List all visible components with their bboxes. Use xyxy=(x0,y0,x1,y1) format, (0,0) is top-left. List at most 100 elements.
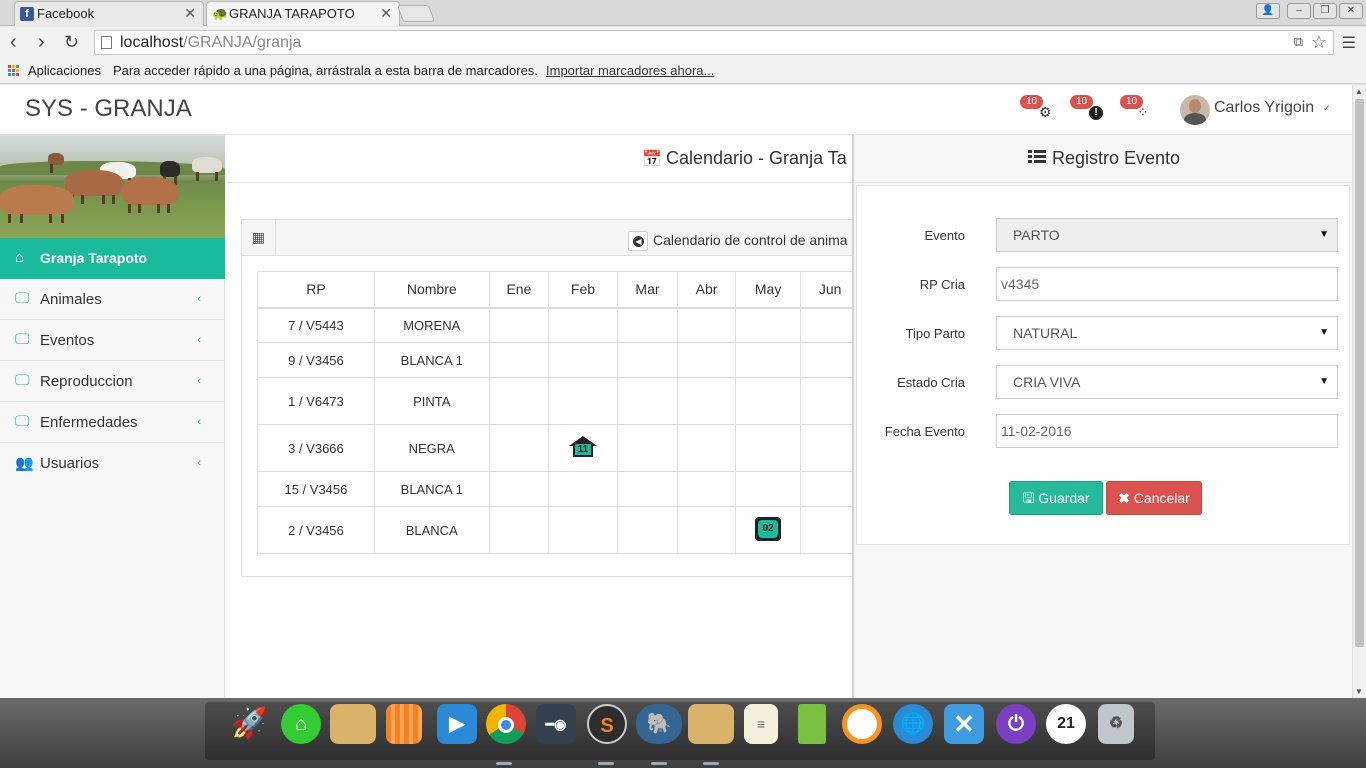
event-cell[interactable]: 11 xyxy=(548,424,618,472)
back-button[interactable]: ◀ xyxy=(628,231,648,251)
arrow-left-icon: ◀ xyxy=(633,236,644,247)
notes-icon[interactable]: ≡ xyxy=(744,704,778,744)
green-app-icon[interactable]: ⌂ xyxy=(281,704,321,744)
close-icon[interactable]: ✕ xyxy=(380,2,392,25)
tab-granja[interactable]: 🐢 GRANJA TARAPOTO ✕ xyxy=(206,1,400,26)
table-row: 2 / V3456 BLANCA 02 xyxy=(257,506,852,554)
cancel-button[interactable]: ✖ Cancelar xyxy=(1106,481,1202,515)
rp-cria-input[interactable]: v4345 xyxy=(996,267,1338,301)
chevron-left-icon: ‹ xyxy=(197,334,201,346)
bag-icon[interactable] xyxy=(386,704,422,744)
translate-icon[interactable]: ⧉ xyxy=(1294,34,1303,50)
ring-icon[interactable] xyxy=(842,704,882,744)
scroll-down-icon[interactable]: ▼ xyxy=(1355,687,1363,696)
farm-photo xyxy=(0,135,225,238)
page-scrollbar[interactable]: ▲ ▼ xyxy=(1352,85,1366,698)
s-app-icon[interactable]: S xyxy=(587,704,627,744)
tipo-parto-select[interactable]: NATURAL ▼ xyxy=(996,316,1338,350)
video-icon[interactable]: ▶ xyxy=(437,704,477,744)
bookmarks-hint: Para acceder rápido a una página, arrást… xyxy=(113,63,538,78)
calendar-icon: 📅 xyxy=(642,151,662,168)
table-row: 3 / V3666 NEGRA 11 xyxy=(257,424,852,472)
home-icon: ⌂ xyxy=(15,249,25,266)
sidebar-item-enfermedades[interactable]: 🖵 Enfermedades ‹ xyxy=(0,402,225,443)
desktop-dock: 🚀 ⌂ ▶ ━◉ S 🐘 ≡ 🌐 ✕ ⏻ 21 ♻ xyxy=(0,698,1366,768)
fecha-evento-label: Fecha Evento xyxy=(884,424,965,439)
tab-facebook[interactable]: f Facebook ✕ xyxy=(14,1,204,26)
fecha-evento-input[interactable]: 11-02-2016 xyxy=(996,414,1338,448)
toggle-icon[interactable]: ━◉ xyxy=(536,704,576,744)
window-close-button[interactable]: ✕ xyxy=(1339,3,1363,19)
page-title: Calendario - Granja Ta xyxy=(666,148,847,168)
tab-title: Facebook xyxy=(37,6,95,21)
event-badge-icon[interactable]: 02 xyxy=(755,516,782,541)
chrome-icon[interactable] xyxy=(486,704,526,744)
back-icon[interactable]: ‹ xyxy=(10,30,17,54)
import-bookmarks-link[interactable]: Importar marcadores ahora... xyxy=(546,59,714,82)
apps-icon[interactable] xyxy=(8,65,20,77)
event-day: 11 xyxy=(572,443,593,457)
calendar-icon: ▦ xyxy=(242,220,276,255)
tasks-notification[interactable]: 10 ⁘ xyxy=(1120,95,1150,125)
scrollbar-thumb[interactable] xyxy=(1355,99,1364,647)
restore-button[interactable]: ❐ xyxy=(1313,3,1337,19)
facebook-icon: f xyxy=(20,7,34,21)
monitor-icon: 🖵 xyxy=(15,413,30,430)
users-icon: 👥 xyxy=(15,455,34,472)
home-event-icon[interactable]: 11 xyxy=(568,435,597,458)
scroll-up-icon[interactable]: ▲ xyxy=(1355,87,1363,96)
close-icon[interactable]: ✕ xyxy=(184,2,196,25)
globe-icon[interactable]: 🌐 xyxy=(893,704,933,744)
apps-link[interactable]: Aplicaciones xyxy=(28,59,101,82)
sidebar-item-usuarios[interactable]: 👥 Usuarios ‹ xyxy=(0,443,225,484)
reload-icon[interactable]: ↻ xyxy=(64,30,79,54)
alerts-notification[interactable]: 10 ! xyxy=(1070,95,1103,125)
event-cell[interactable]: 02 xyxy=(734,506,802,554)
rp-cria-label: RP Cria xyxy=(919,277,965,292)
power-icon[interactable]: ⏻ xyxy=(996,704,1036,744)
minimize-button[interactable]: – xyxy=(1287,3,1311,19)
forward-icon[interactable]: › xyxy=(38,30,45,54)
new-tab-button[interactable] xyxy=(396,5,436,22)
table-header-row: RP Nombre Ene Feb Mar Abr May Jun xyxy=(257,271,852,309)
folder-icon[interactable] xyxy=(688,704,734,744)
trash-icon[interactable]: ♻ xyxy=(1098,704,1134,744)
x-app-icon[interactable]: ✕ xyxy=(944,704,984,744)
browser-toolbar: ‹ › ↻ localhost/GRANJA/granja ⧉ ☆ ☰ xyxy=(0,27,1366,59)
rocket-icon[interactable]: 🚀 xyxy=(230,704,270,744)
user-profile-button[interactable]: 👤 xyxy=(1256,3,1280,19)
estado-cria-select[interactable]: CRIA VIVA ▼ xyxy=(996,365,1338,399)
dropdown-arrow-icon: ▼ xyxy=(1319,327,1329,338)
chrome-menu-icon[interactable]: ☰ xyxy=(1342,33,1356,53)
table-row: 15 / V3456 BLANCA 1 xyxy=(257,471,852,507)
sidebar-item-animales[interactable]: 🖵 Animales ‹ xyxy=(0,279,225,320)
sidebar-item-granja-tarapoto[interactable]: ⌂ Granja Tarapoto xyxy=(0,238,225,279)
evento-label: Evento xyxy=(924,228,965,243)
sidebar-item-reproduccion[interactable]: 🖵 Reproduccion ‹ xyxy=(0,361,225,402)
tipo-parto-label: Tipo Parto xyxy=(905,326,966,341)
turtle-icon: 🐢 xyxy=(212,6,229,21)
dropdown-arrow-icon: ▼ xyxy=(1319,376,1329,387)
calendar-page: 📅 Calendario - Granja Ta ▦ ◀ Calendario … xyxy=(226,135,852,698)
save-button[interactable]: 🖫 Guardar xyxy=(1009,481,1103,515)
table-row: 9 / V3456 BLANCA 1 xyxy=(257,342,852,378)
battery-icon[interactable] xyxy=(798,704,826,744)
postgres-icon[interactable]: 🐘 xyxy=(636,704,682,744)
chevron-left-icon: ‹ xyxy=(197,416,201,428)
registro-evento-panel: Registro Evento Evento PARTO ▼ RP Cria v… xyxy=(852,135,1352,698)
brand-title: SYS - GRANJA xyxy=(25,95,192,122)
address-bar[interactable]: localhost/GRANJA/granja ⧉ ☆ xyxy=(94,30,1334,55)
evento-select[interactable]: PARTO ▼ xyxy=(996,218,1338,252)
clock-icon[interactable]: 21 xyxy=(1046,704,1086,744)
bookmarks-bar: Aplicaciones Para acceder rápido a una p… xyxy=(0,59,1366,84)
column-header: Nombre xyxy=(373,271,490,309)
bookmark-star-icon[interactable]: ☆ xyxy=(1311,32,1327,53)
settings-notification[interactable]: 10 ⚙ xyxy=(1020,95,1052,125)
calendar-box-header: ▦ ◀ Calendario de control de anima xyxy=(242,220,852,256)
avatar xyxy=(1180,95,1210,125)
column-header: May xyxy=(734,271,802,309)
sidebar-item-eventos[interactable]: 🖵 Eventos ‹ xyxy=(0,320,225,361)
folder-icon[interactable] xyxy=(330,704,376,744)
rp-cell: 7 / V5443 xyxy=(257,307,375,343)
running-indicator xyxy=(496,762,512,765)
